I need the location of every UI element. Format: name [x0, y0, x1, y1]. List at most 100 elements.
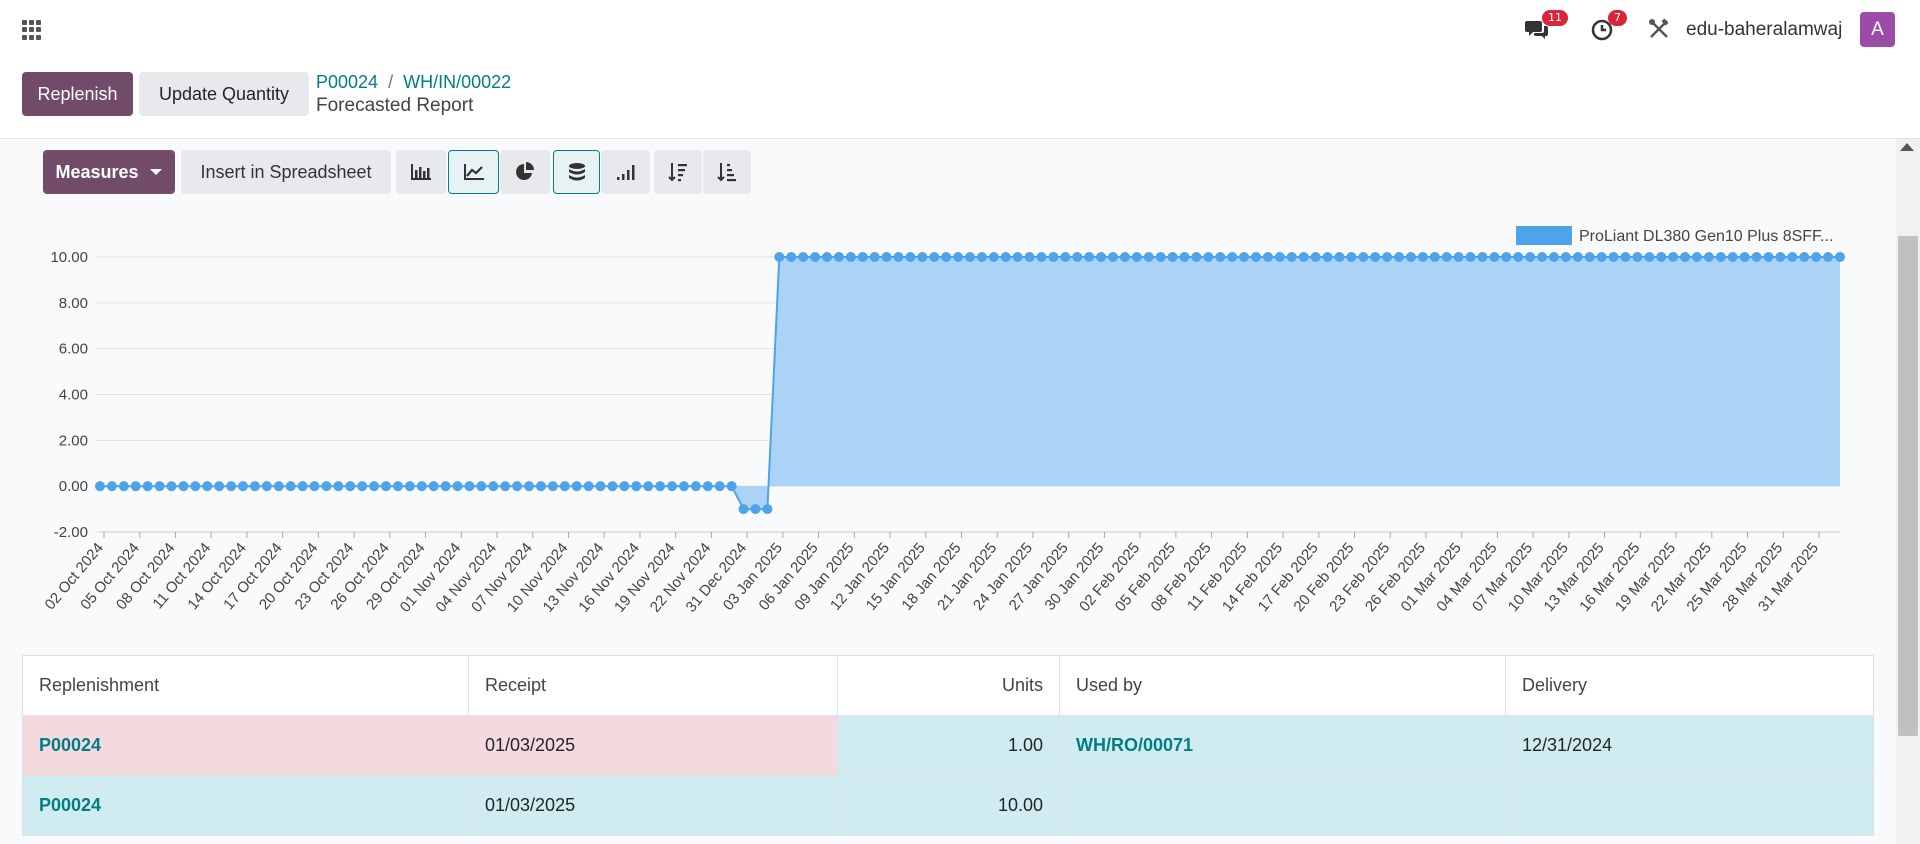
data-point[interactable]: [726, 481, 737, 492]
data-point[interactable]: [1787, 252, 1798, 262]
avatar[interactable]: A: [1860, 12, 1895, 47]
data-point[interactable]: [1608, 252, 1619, 262]
apps-menu-icon[interactable]: [22, 20, 42, 40]
data-point[interactable]: [1537, 252, 1548, 262]
data-point[interactable]: [1322, 252, 1333, 262]
data-point[interactable]: [535, 481, 546, 492]
data-point[interactable]: [667, 481, 678, 492]
data-point[interactable]: [1024, 252, 1035, 262]
data-point[interactable]: [714, 481, 725, 492]
user-name[interactable]: edu-baheralamwaj: [1686, 19, 1842, 41]
data-point[interactable]: [798, 252, 809, 262]
data-point[interactable]: [678, 481, 689, 492]
data-point[interactable]: [988, 252, 999, 262]
data-point[interactable]: [559, 481, 570, 492]
data-point[interactable]: [1835, 252, 1845, 262]
data-point[interactable]: [1525, 252, 1536, 262]
data-point[interactable]: [1799, 252, 1810, 262]
column-header[interactable]: Used by: [1059, 655, 1506, 716]
data-point[interactable]: [1072, 252, 1083, 262]
data-point[interactable]: [1143, 252, 1154, 262]
data-point[interactable]: [1262, 252, 1273, 262]
data-point[interactable]: [1477, 252, 1488, 262]
data-point[interactable]: [1489, 252, 1500, 262]
messages-button[interactable]: 11: [1524, 10, 1568, 46]
data-point[interactable]: [1572, 252, 1583, 262]
data-point[interactable]: [869, 252, 880, 262]
breadcrumb-item-po[interactable]: P00024: [316, 72, 378, 92]
scrollbar-thumb[interactable]: [1898, 236, 1918, 736]
replenishment-link[interactable]: P00024: [39, 735, 101, 755]
data-point[interactable]: [452, 481, 463, 492]
data-point[interactable]: [857, 252, 868, 262]
data-point[interactable]: [953, 252, 964, 262]
data-point[interactable]: [1429, 252, 1440, 262]
data-point[interactable]: [345, 481, 356, 492]
data-point[interactable]: [154, 481, 165, 492]
data-point[interactable]: [1584, 252, 1595, 262]
data-point[interactable]: [1286, 252, 1297, 262]
data-point[interactable]: [1739, 252, 1750, 262]
data-point[interactable]: [249, 481, 260, 492]
data-point[interactable]: [833, 252, 844, 262]
data-point[interactable]: [226, 481, 237, 492]
data-point[interactable]: [1548, 252, 1559, 262]
data-point[interactable]: [917, 252, 928, 262]
data-point[interactable]: [941, 252, 952, 262]
used-by-link[interactable]: WH/RO/00071: [1076, 735, 1193, 755]
breadcrumb-item-receipt[interactable]: WH/IN/00022: [403, 72, 511, 92]
data-point[interactable]: [881, 252, 892, 262]
data-point[interactable]: [357, 481, 368, 492]
data-point[interactable]: [583, 481, 594, 492]
column-header[interactable]: Replenishment: [22, 655, 469, 716]
data-point[interactable]: [190, 481, 201, 492]
data-point[interactable]: [309, 481, 320, 492]
data-point[interactable]: [1620, 252, 1631, 262]
data-point[interactable]: [106, 481, 117, 492]
data-point[interactable]: [1656, 252, 1667, 262]
data-point[interactable]: [1441, 252, 1452, 262]
data-point[interactable]: [1394, 252, 1405, 262]
column-header[interactable]: Receipt: [468, 655, 838, 716]
data-point[interactable]: [1060, 252, 1071, 262]
data-point[interactable]: [416, 481, 427, 492]
data-point[interactable]: [619, 481, 630, 492]
data-point[interactable]: [762, 504, 773, 515]
data-point[interactable]: [821, 252, 832, 262]
data-point[interactable]: [1715, 252, 1726, 262]
data-point[interactable]: [261, 481, 272, 492]
data-point[interactable]: [1215, 252, 1226, 262]
data-point[interactable]: [202, 481, 213, 492]
data-point[interactable]: [214, 481, 225, 492]
data-point[interactable]: [1644, 252, 1655, 262]
data-point[interactable]: [321, 481, 332, 492]
data-point[interactable]: [285, 481, 296, 492]
data-point[interactable]: [976, 252, 987, 262]
data-point[interactable]: [273, 481, 284, 492]
data-point[interactable]: [1274, 252, 1285, 262]
data-point[interactable]: [893, 252, 904, 262]
data-point[interactable]: [381, 481, 392, 492]
replenishment-link[interactable]: P00024: [39, 795, 101, 815]
data-point[interactable]: [524, 481, 535, 492]
data-point[interactable]: [428, 481, 439, 492]
data-point[interactable]: [440, 481, 451, 492]
data-point[interactable]: [118, 481, 129, 492]
data-point[interactable]: [1513, 252, 1524, 262]
data-point[interactable]: [1239, 252, 1250, 262]
data-point[interactable]: [774, 252, 785, 262]
data-point[interactable]: [1691, 252, 1702, 262]
data-point[interactable]: [1632, 252, 1643, 262]
data-point[interactable]: [786, 252, 797, 262]
data-point[interactable]: [1131, 252, 1142, 262]
data-point[interactable]: [1203, 252, 1214, 262]
activities-button[interactable]: 7: [1590, 10, 1627, 46]
data-point[interactable]: [333, 481, 344, 492]
data-point[interactable]: [1596, 252, 1607, 262]
scroll-up-arrow-icon[interactable]: [1900, 143, 1914, 151]
data-point[interactable]: [500, 481, 511, 492]
data-point[interactable]: [1334, 252, 1345, 262]
data-point[interactable]: [702, 481, 713, 492]
data-point[interactable]: [297, 481, 308, 492]
data-point[interactable]: [595, 481, 606, 492]
